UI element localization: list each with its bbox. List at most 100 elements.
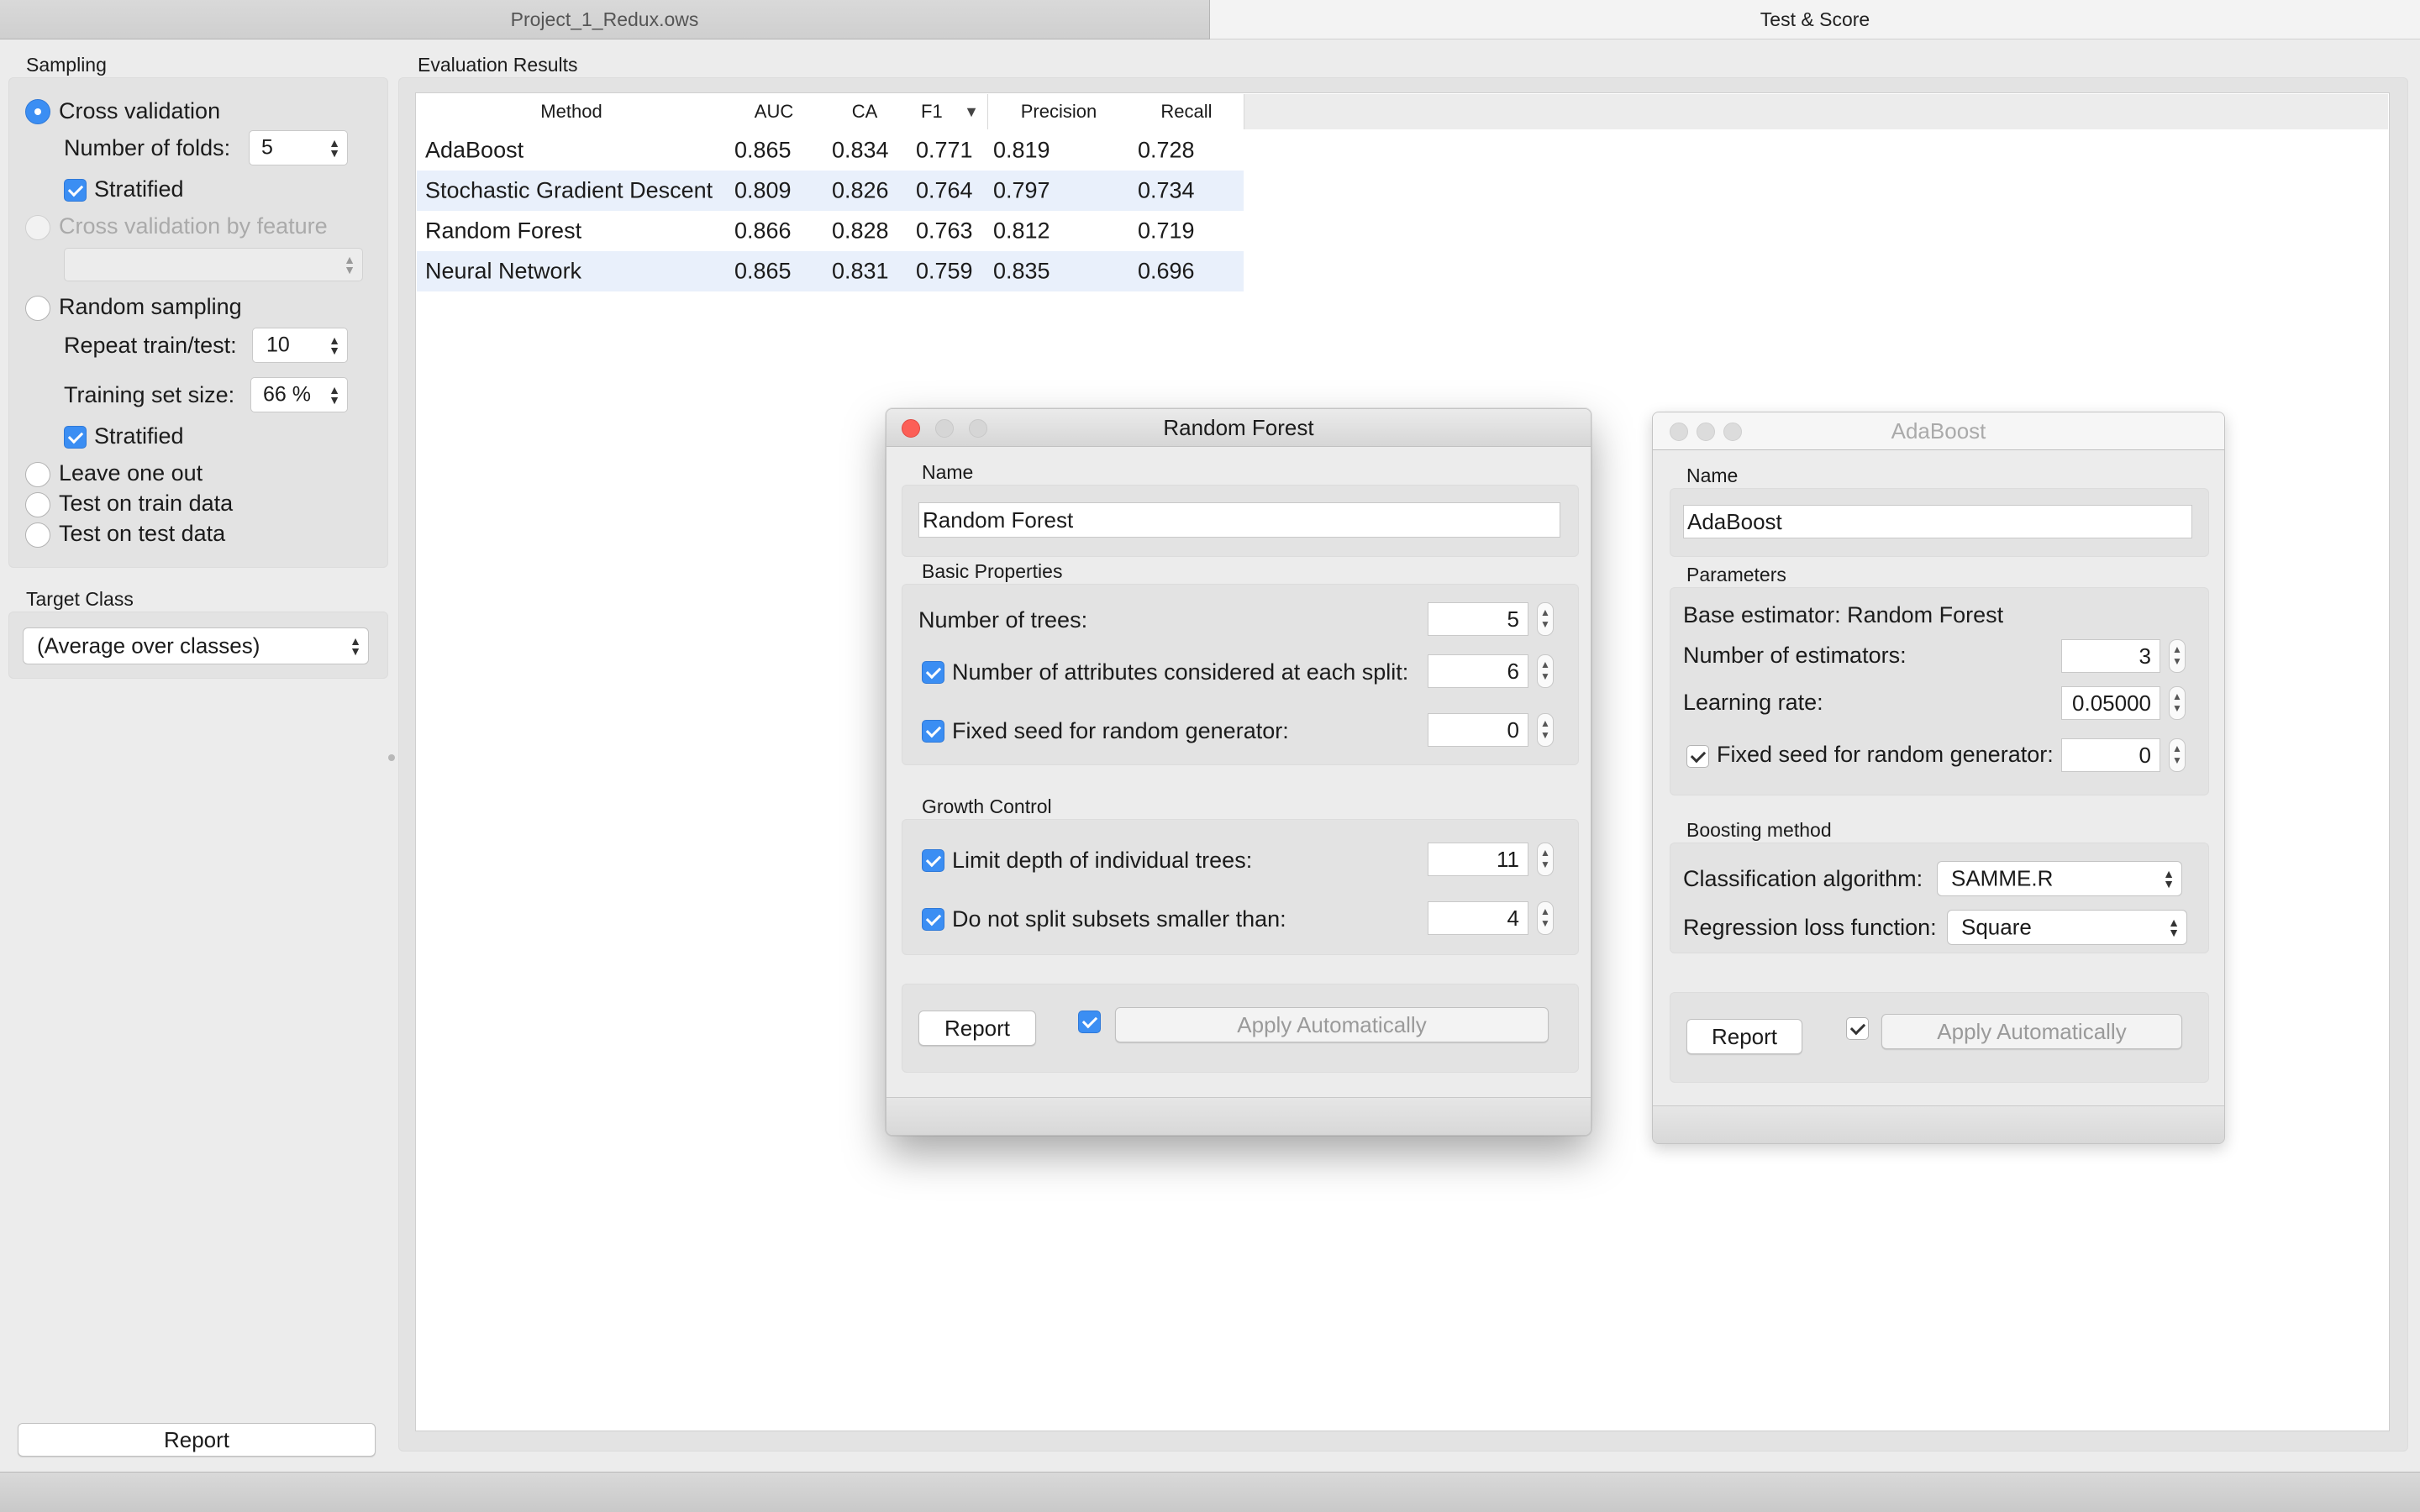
cell-auc: 0.865 <box>734 137 792 163</box>
stratified-checkbox[interactable] <box>64 179 87 202</box>
chevron-updown-icon: ▲ ▼ <box>329 136 340 160</box>
cell-precision: 0.835 <box>993 258 1050 284</box>
stratified2-label: Stratified <box>94 423 184 449</box>
rf-seed-input[interactable]: 0 <box>1428 713 1528 747</box>
ada-apply-auto-checkbox[interactable] <box>1846 1017 1869 1040</box>
header-precision[interactable]: Precision <box>988 94 1130 129</box>
attrs-stepper[interactable]: ▲ ▼ <box>1537 654 1554 688</box>
train-size-label: Training set size: <box>64 382 235 407</box>
zoom-icon[interactable] <box>1723 423 1742 441</box>
rf-seed-stepper[interactable]: ▲ ▼ <box>1537 713 1554 747</box>
tab-project[interactable]: Project_1_Redux.ows <box>0 0 1210 39</box>
attrs-input[interactable]: 6 <box>1428 654 1528 688</box>
random-forest-dialog: Random Forest Name Random Forest Basic P… <box>886 408 1591 1136</box>
chevron-updown-icon: ▲ ▼ <box>329 383 340 407</box>
random-sampling-radio[interactable] <box>25 296 50 321</box>
folds-select[interactable]: 5 ▲ ▼ <box>249 130 348 165</box>
minimize-icon[interactable] <box>935 419 954 438</box>
ada-seed-stepper[interactable]: ▲ ▼ <box>2169 738 2186 772</box>
split-stepper[interactable]: ▲ ▼ <box>1537 901 1554 935</box>
depth-stepper[interactable]: ▲ ▼ <box>1537 843 1554 876</box>
cell-method: Stochastic Gradient Descent <box>425 177 713 203</box>
cell-precision: 0.797 <box>993 177 1050 203</box>
rf-apply-auto-checkbox[interactable] <box>1078 1011 1101 1033</box>
cell-auc: 0.865 <box>734 258 792 284</box>
train-size-select[interactable]: 66 % ▲ ▼ <box>250 377 348 412</box>
ada-seed-input[interactable]: 0 <box>2061 738 2160 772</box>
folds-label: Number of folds: <box>64 135 231 160</box>
ada-statusbar <box>1653 1105 2224 1143</box>
ada-seed-checkbox[interactable] <box>1686 745 1709 768</box>
trees-label: Number of trees: <box>918 607 1088 633</box>
cv-by-feature-radio[interactable] <box>25 215 50 240</box>
cell-f1: 0.759 <box>916 258 973 284</box>
target-class-select[interactable]: (Average over classes) ▲ ▼ <box>23 627 369 664</box>
leave-one-out-radio[interactable] <box>25 462 50 487</box>
class-algo-select[interactable]: SAMME.R ▲ ▼ <box>1937 861 2182 896</box>
cell-ca: 0.834 <box>832 137 889 163</box>
reg-loss-label: Regression loss function: <box>1683 915 1937 940</box>
test-test-radio[interactable] <box>25 522 50 548</box>
repeat-label: Repeat train/test: <box>64 333 237 358</box>
depth-input[interactable]: 11 <box>1428 843 1528 876</box>
repeat-select[interactable]: 10 ▲ ▼ <box>252 328 348 363</box>
rf-apply-button[interactable]: Apply Automatically <box>1115 1007 1549 1042</box>
test-train-radio[interactable] <box>25 492 50 517</box>
cell-auc: 0.809 <box>734 177 792 203</box>
cell-f1: 0.763 <box>916 218 973 244</box>
close-icon[interactable] <box>1670 423 1688 441</box>
ada-lr-input[interactable]: 0.05000 <box>2061 686 2160 720</box>
reg-loss-select[interactable]: Square ▲ ▼ <box>1947 910 2187 945</box>
cell-ca: 0.828 <box>832 218 889 244</box>
close-icon[interactable] <box>902 419 920 438</box>
ada-estimators-input[interactable]: 3 <box>2061 639 2160 673</box>
chevron-updown-icon: ▲ ▼ <box>350 634 361 658</box>
header-f1[interactable]: F1 ▼ <box>908 94 988 129</box>
table-row[interactable]: Random Forest 0.866 0.828 0.763 0.812 0.… <box>417 211 1244 251</box>
ada-lr-stepper[interactable]: ▲ ▼ <box>2169 686 2186 720</box>
table-row[interactable]: Neural Network 0.865 0.831 0.759 0.835 0… <box>417 251 1244 291</box>
rf-name-input[interactable]: Random Forest <box>918 502 1560 538</box>
feature-select[interactable]: ▲ ▼ <box>64 248 363 281</box>
adaboost-dialog: AdaBoost Name AdaBoost Parameters Base e… <box>1652 412 2225 1144</box>
split-input[interactable]: 4 <box>1428 901 1528 935</box>
ada-report-button[interactable]: Report <box>1686 1019 1802 1054</box>
table-row[interactable]: AdaBoost 0.865 0.834 0.771 0.819 0.728 <box>417 130 1244 171</box>
report-button[interactable]: Report <box>18 1423 376 1457</box>
header-recall[interactable]: Recall <box>1129 94 1244 129</box>
attrs-label: Number of attributes considered at each … <box>952 659 1409 685</box>
rf-titlebar[interactable]: Random Forest <box>886 409 1591 447</box>
trees-stepper[interactable]: ▲ ▼ <box>1537 602 1554 636</box>
rf-statusbar <box>886 1097 1591 1135</box>
sort-descending-icon: ▼ <box>964 102 979 120</box>
cross-validation-radio[interactable] <box>25 99 50 124</box>
depth-checkbox[interactable] <box>922 849 944 872</box>
stratified2-checkbox[interactable] <box>64 426 87 449</box>
rf-seed-checkbox[interactable] <box>922 720 944 743</box>
splitter-handle[interactable] <box>388 754 395 761</box>
rf-name-label: Name <box>922 461 974 483</box>
trees-input[interactable]: 5 <box>1428 602 1528 636</box>
table-header-filler <box>1244 94 2388 129</box>
cell-f1: 0.764 <box>916 177 973 203</box>
cell-precision: 0.819 <box>993 137 1050 163</box>
cell-auc: 0.866 <box>734 218 792 244</box>
header-f1-label: F1 <box>921 101 943 122</box>
leave-one-out-label: Leave one out <box>59 460 203 486</box>
ada-estimators-stepper[interactable]: ▲ ▼ <box>2169 639 2186 673</box>
split-checkbox[interactable] <box>922 908 944 931</box>
cell-ca: 0.831 <box>832 258 889 284</box>
header-auc[interactable]: AUC <box>726 94 823 129</box>
tab-test-score[interactable]: Test & Score <box>1210 0 2420 39</box>
header-ca[interactable]: CA <box>822 94 908 129</box>
stratified-label: Stratified <box>94 176 184 202</box>
attrs-checkbox[interactable] <box>922 661 944 684</box>
table-row[interactable]: Stochastic Gradient Descent 0.809 0.826 … <box>417 171 1244 211</box>
rf-report-button[interactable]: Report <box>918 1011 1036 1046</box>
target-class-title: Target Class <box>26 588 134 610</box>
header-method[interactable]: Method <box>417 94 727 129</box>
ada-apply-button[interactable]: Apply Automatically <box>1881 1014 2182 1049</box>
minimize-icon[interactable] <box>1697 423 1715 441</box>
ada-name-input[interactable]: AdaBoost <box>1683 505 2192 538</box>
zoom-icon[interactable] <box>969 419 987 438</box>
